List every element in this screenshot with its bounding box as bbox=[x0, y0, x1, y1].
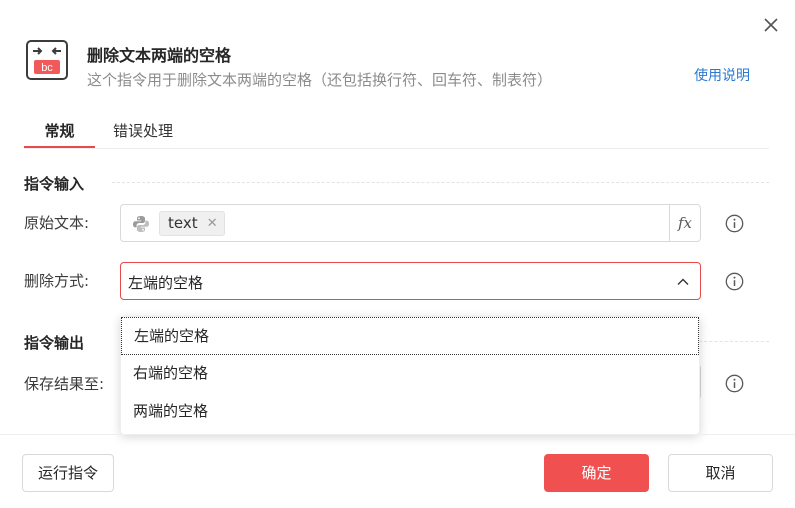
fx-button[interactable]: fx bbox=[669, 205, 700, 241]
dialog-title: 删除文本两端的空格 bbox=[87, 46, 232, 65]
footer-divider bbox=[0, 434, 795, 435]
dropdown-option-left[interactable]: 左端的空格 bbox=[121, 317, 699, 355]
delete-mode-dropdown: 左端的空格 右端的空格 两端的空格 bbox=[120, 316, 700, 435]
variable-tag-label: text bbox=[168, 214, 198, 232]
tab-active-indicator bbox=[24, 146, 95, 148]
dialog-subtitle: 这个指令用于删除文本两端的空格（还包括换行符、回车符、制表符） bbox=[87, 71, 553, 89]
confirm-button[interactable]: 确定 bbox=[544, 454, 649, 492]
source-text-label: 原始文本: bbox=[24, 214, 90, 232]
delete-mode-label: 删除方式: bbox=[24, 272, 90, 290]
info-icon[interactable] bbox=[725, 214, 744, 233]
save-to-label: 保存结果至: bbox=[24, 375, 105, 393]
section-title-input: 指令输入 bbox=[24, 175, 85, 193]
source-text-input[interactable]: text ✕ fx bbox=[120, 204, 701, 242]
delete-mode-value: 左端的空格 bbox=[128, 274, 204, 292]
tab-bar: 常规 错误处理 bbox=[24, 116, 769, 149]
run-command-button[interactable]: 运行指令 bbox=[22, 454, 114, 492]
section-divider bbox=[699, 341, 769, 342]
section-divider bbox=[112, 182, 769, 183]
close-icon[interactable] bbox=[760, 14, 782, 36]
info-icon[interactable] bbox=[725, 272, 744, 291]
dropdown-option-right[interactable]: 右端的空格 bbox=[121, 355, 699, 393]
section-title-output: 指令输出 bbox=[24, 334, 85, 352]
variable-tag[interactable]: text ✕ bbox=[159, 211, 225, 236]
tab-error-handling[interactable]: 错误处理 bbox=[113, 120, 173, 141]
help-link[interactable]: 使用说明 bbox=[694, 65, 750, 85]
python-icon bbox=[133, 216, 149, 232]
delete-mode-select[interactable]: 左端的空格 bbox=[120, 262, 701, 300]
info-icon[interactable] bbox=[725, 374, 744, 393]
trim-text-icon: bc bbox=[26, 40, 68, 80]
icon-label: bc bbox=[41, 62, 53, 74]
tag-close-icon[interactable]: ✕ bbox=[207, 212, 218, 235]
chevron-up-icon bbox=[677, 278, 689, 285]
tab-general[interactable]: 常规 bbox=[24, 120, 95, 141]
cancel-button[interactable]: 取消 bbox=[668, 454, 773, 492]
dropdown-option-both[interactable]: 两端的空格 bbox=[121, 393, 699, 431]
